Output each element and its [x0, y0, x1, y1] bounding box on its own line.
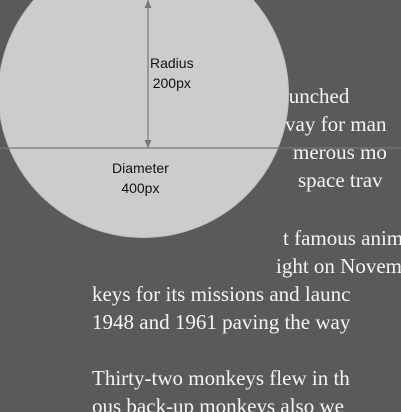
radius-label-text: Radius [150, 55, 194, 71]
article-line: space trav [298, 168, 383, 192]
radius-value-text: 200px [152, 75, 191, 91]
radius-label: Radius 200px [150, 53, 194, 93]
article-line: 1948 and 1961 paving the way [92, 310, 351, 334]
diameter-label: Diameter 400px [112, 158, 169, 198]
screenshot-stage: re launched vay for man merous mo space … [0, 0, 401, 412]
article-line: t famous anim [283, 226, 401, 250]
diameter-value-text: 400px [121, 180, 160, 196]
article-line: ous back-up monkeys also we [92, 394, 344, 412]
article-line: Thirty-two monkeys flew in th [92, 366, 350, 390]
diameter-label-text: Diameter [112, 160, 169, 176]
article-line: keys for its missions and launc [92, 282, 351, 306]
article-line: vay for man [285, 112, 387, 136]
article-line: ight on Novembe [276, 254, 401, 278]
article-line: merous mo [293, 140, 387, 164]
